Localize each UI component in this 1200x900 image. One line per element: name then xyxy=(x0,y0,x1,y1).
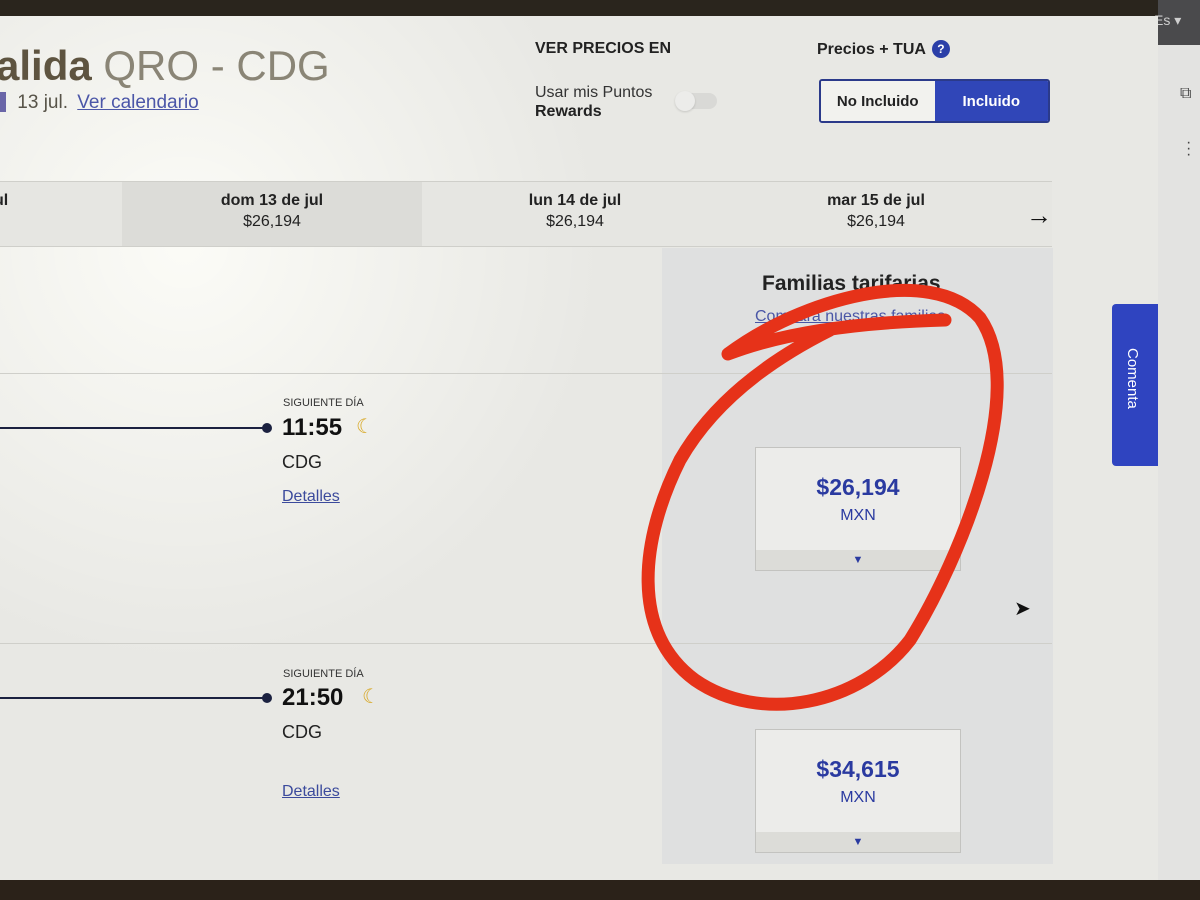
help-icon[interactable]: ? xyxy=(931,40,950,58)
calendar-link[interactable]: Ver calendario xyxy=(77,92,198,113)
points-label: Usar mis Puntos Rewards xyxy=(535,83,652,121)
fare-price-card[interactable]: $26,194 MXN ▼ xyxy=(755,447,961,571)
arrival-dot xyxy=(262,423,272,433)
arrival-time: 21:50 xyxy=(282,684,344,711)
title-salida: alida xyxy=(0,42,92,89)
date-cell-mar-15[interactable]: mar 15 de jul $26,194 xyxy=(726,182,1026,246)
date-cell-day: mar 15 de jul xyxy=(827,192,925,209)
feedback-label: Comenta xyxy=(1124,348,1141,409)
screen-glare xyxy=(0,16,640,776)
arrival-airport: CDG xyxy=(282,452,322,472)
flight-details-link[interactable]: Detalles xyxy=(282,783,340,801)
next-day-label: SIGUIENTE DÍA xyxy=(283,668,364,680)
caret-down-icon[interactable]: ▼ xyxy=(756,832,960,852)
row-divider xyxy=(0,643,1052,644)
date-cell-dom-13[interactable]: dom 13 de jul $26,194 xyxy=(122,182,422,246)
language-selector[interactable]: Es ▾ xyxy=(1154,12,1181,29)
arrival-airport: CDG xyxy=(282,722,322,742)
date-cell-day: lun 14 de jul xyxy=(528,192,622,209)
external-link-icon[interactable]: ⧉ xyxy=(1180,85,1191,103)
title-route: QRO - CDG xyxy=(103,42,330,89)
mouse-cursor-icon: ➤ xyxy=(1014,598,1031,620)
next-day-label: SIGUIENTE DÍA xyxy=(283,397,364,409)
fare-currency: MXN xyxy=(840,789,876,806)
tua-option-incluido[interactable]: Incluido xyxy=(934,81,1048,121)
date-marker xyxy=(0,92,6,112)
date-cell-prev[interactable]: ul xyxy=(0,182,120,246)
tua-option-no-incluido[interactable]: No Incluido xyxy=(821,81,935,121)
more-vertical-icon[interactable]: · · · xyxy=(1186,135,1191,163)
arrival-time: 11:55 xyxy=(282,414,343,441)
date-cell-price: $26,194 xyxy=(546,213,604,230)
flight-route-line xyxy=(0,697,266,699)
next-dates-arrow-icon[interactable]: → xyxy=(1026,200,1052,231)
date-cell-price: $26,194 xyxy=(243,213,301,230)
fare-price: $26,194 xyxy=(816,474,900,500)
date-cell-lun-14[interactable]: lun 14 de jul $26,194 xyxy=(424,182,726,246)
screen-bezel-top xyxy=(0,0,1200,16)
moon-icon: ☾ xyxy=(356,416,374,438)
selected-date: 13 jul. xyxy=(17,92,68,113)
points-label-line1: Usar mis Puntos xyxy=(535,84,653,101)
date-summary: 13 jul. Ver calendario xyxy=(0,92,199,114)
flight-route-line xyxy=(0,427,266,429)
fare-families-title: Familias tarifarias xyxy=(762,272,941,295)
page-title: alida QRO - CDG xyxy=(0,42,330,90)
compare-families-link[interactable]: Compara nuestras familias xyxy=(755,308,945,326)
browser-side-toolbar xyxy=(1158,45,1200,885)
feedback-tab[interactable]: Comenta xyxy=(1112,304,1158,466)
date-cell-day: dom 13 de jul xyxy=(220,192,324,209)
points-toggle[interactable] xyxy=(675,91,717,111)
moon-icon: ☾ xyxy=(362,686,380,708)
screen-bezel-bottom xyxy=(0,880,1200,900)
fare-price-card[interactable]: $34,615 MXN ▼ xyxy=(755,729,961,853)
fare-currency: MXN xyxy=(840,507,876,524)
price-mode-title: VER PRECIOS EN xyxy=(535,40,672,57)
arrival-dot xyxy=(262,693,272,703)
flight-details-link[interactable]: Detalles xyxy=(282,488,340,506)
tua-label: Precios + TUA? xyxy=(817,40,950,59)
toggle-knob xyxy=(675,91,695,111)
points-label-line2: Rewards xyxy=(535,103,602,120)
fare-price: $34,615 xyxy=(816,756,900,782)
date-cell-day: ul xyxy=(0,192,9,209)
date-strip: ul dom 13 de jul $26,194 lun 14 de jul $… xyxy=(0,181,1052,247)
tua-label-text: Precios + TUA xyxy=(817,41,926,58)
row-divider xyxy=(0,373,1052,374)
date-cell-price: $26,194 xyxy=(847,213,905,230)
tua-toggle: No Incluido Incluido xyxy=(819,79,1050,123)
caret-down-icon[interactable]: ▼ xyxy=(756,550,960,570)
